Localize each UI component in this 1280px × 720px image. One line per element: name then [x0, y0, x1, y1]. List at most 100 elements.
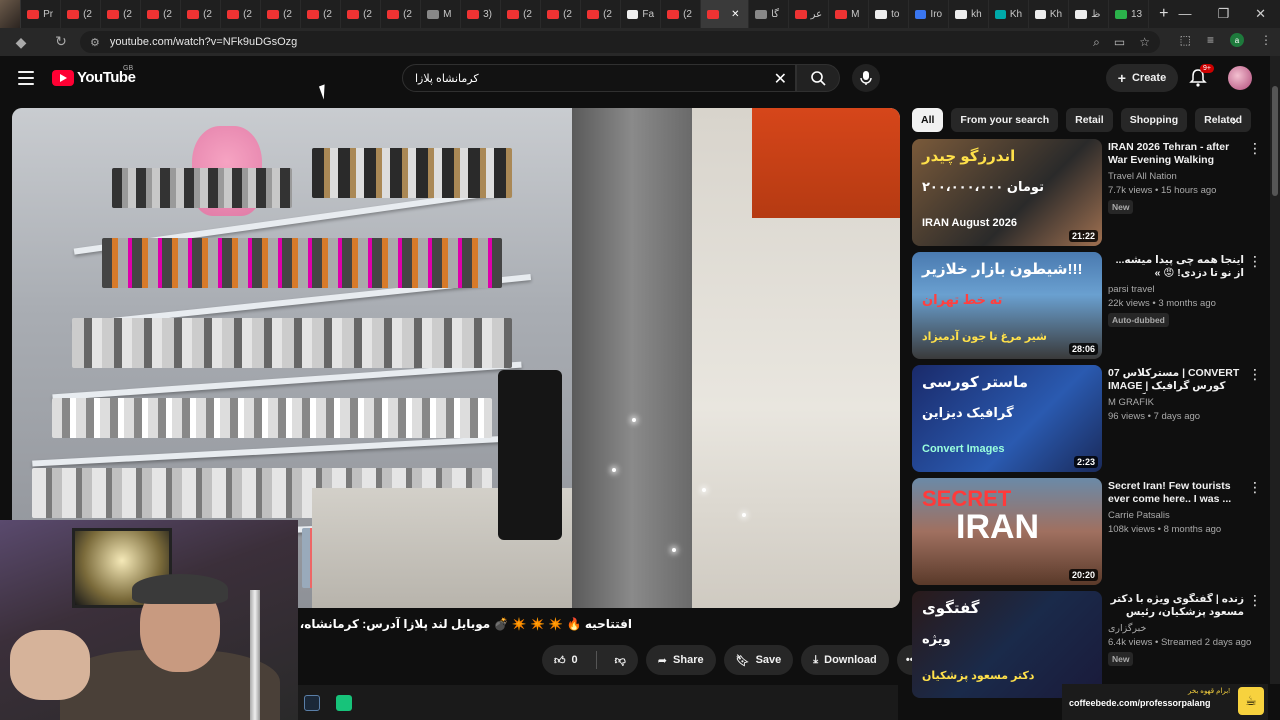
browser-tab[interactable]: (2 [221, 0, 262, 28]
chip-shopping[interactable]: Shopping [1120, 108, 1188, 132]
minimize-icon[interactable]: — [1178, 6, 1191, 22]
close-window-icon[interactable]: ✕ [1255, 6, 1266, 22]
chip-retail[interactable]: Retail [1066, 108, 1113, 132]
chip-from-your-search[interactable]: From your search [951, 108, 1059, 132]
browser-tab[interactable]: (2 [181, 0, 222, 28]
recommended-video[interactable]: اندرزگو چیدر ۲۰۰،۰۰۰،۰۰۰ تومان IRAN August… [912, 139, 1262, 247]
chevron-right-icon[interactable]: › [1232, 112, 1237, 128]
recommended-video-title[interactable]: زنده | گفتگوی ویژه با دکتر مسعود پزشکیان… [1108, 593, 1244, 620]
more-options-icon[interactable]: ⋮ [1248, 141, 1262, 155]
channel-name[interactable]: Carrie Patsalis [1108, 510, 1170, 521]
browser-tab[interactable]: 13 [1109, 0, 1150, 28]
voice-search-button[interactable] [852, 64, 880, 92]
tab-label: (2 [243, 8, 252, 20]
channel-name[interactable]: M GRAFIK [1108, 397, 1154, 408]
reload-icon[interactable]: ↻ [48, 33, 74, 50]
browser-tab[interactable]: (2 [301, 0, 342, 28]
search-button[interactable] [796, 64, 840, 92]
channel-name[interactable]: خبرگزاری [1108, 623, 1146, 634]
search-input[interactable]: کرمانشاه پلازا ✕ [402, 64, 796, 92]
recommended-video-title[interactable]: مسترکلاس 07 | CONVERT IMAGE | کورس گرافی… [1108, 367, 1244, 394]
recommended-video-title[interactable]: Secret Iran! Few tourists ever come here… [1108, 480, 1244, 506]
create-button[interactable]: + Create [1106, 64, 1178, 92]
browser-tab[interactable]: M [421, 0, 462, 28]
video-thumbnail[interactable]: ماستر کورسی گرافیک دیزاین Convert Images 2:… [912, 365, 1102, 472]
steam-icon[interactable] [304, 695, 320, 711]
browser-tab[interactable]: گا [749, 0, 790, 28]
menu-icon[interactable] [18, 71, 34, 85]
download-button[interactable]: ⤓ Download [801, 645, 889, 675]
like-button[interactable]: 👍︎ 0 [542, 645, 590, 675]
browser-tab[interactable]: (2 [61, 0, 102, 28]
browser-tab[interactable]: Kh [989, 0, 1030, 28]
site-info-icon[interactable]: ⚙ [90, 36, 100, 49]
thumbnail-text: ویژه [922, 631, 951, 646]
browser-tab[interactable]: (2 [661, 0, 702, 28]
share-button[interactable]: ➦ Share [645, 645, 716, 675]
app-icon[interactable] [336, 695, 352, 711]
recommended-video[interactable]: SECRET IRAN 20:20 Secret Iran! Few tourists… [912, 478, 1262, 586]
channel-name[interactable]: parsi travel [1108, 284, 1154, 295]
profile-icon[interactable]: a [1230, 33, 1244, 47]
recommended-video[interactable]: شیطون بازار خلازیر!!! ته خط تهران شیر مرغ … [912, 252, 1262, 360]
video-thumbnail[interactable]: SECRET IRAN 20:20 [912, 478, 1102, 585]
browser-tab[interactable]: ظ [1069, 0, 1110, 28]
browser-tab[interactable]: ✕ [701, 0, 750, 28]
extensions-icon[interactable]: ⬚ [1180, 33, 1191, 47]
recommended-video-title[interactable]: اینجا همه چی پیدا میشه... از نو تا دزدی!… [1108, 254, 1244, 281]
browser-tab[interactable]: (2 [341, 0, 382, 28]
browser-tab[interactable]: Iro [909, 0, 950, 28]
browser-tab[interactable]: عر [789, 0, 830, 28]
recommended-video[interactable]: ماستر کورسی گرافیک دیزاین Convert Images 2:… [912, 365, 1262, 473]
more-options-icon[interactable]: ⋮ [1248, 254, 1262, 268]
browser-tab[interactable]: kh [949, 0, 990, 28]
youtube-logo[interactable]: YouTube GB [52, 65, 136, 86]
bookmark-star-icon[interactable]: ☆ [1139, 35, 1150, 50]
browser-tab[interactable]: (2 [141, 0, 182, 28]
browser-tab[interactable]: (2 [261, 0, 302, 28]
cast-icon[interactable]: ▭ [1114, 35, 1125, 50]
browser-menu-icon[interactable]: ⋮ [1260, 33, 1272, 47]
extensions-area: ⬚ ≡ a ⋮ [1180, 33, 1272, 47]
microphone-icon [860, 71, 872, 85]
browser-tab[interactable]: Fa [621, 0, 662, 28]
chip-related[interactable]: Related [1195, 108, 1252, 132]
more-options-icon[interactable]: ⋮ [1248, 367, 1262, 381]
zoom-icon[interactable]: ⌕ [1093, 35, 1100, 50]
taskbar-icons [304, 695, 352, 711]
address-bar[interactable]: ⚙ youtube.com/watch?v=NFk9uDGsOzg ⌕ ▭ ☆ [80, 31, 1160, 53]
video-thumbnail[interactable]: شیطون بازار خلازیر!!! ته خط تهران شیر مرغ … [912, 252, 1102, 359]
browser-tab[interactable]: (2 [101, 0, 142, 28]
account-avatar[interactable] [1228, 66, 1252, 90]
video-thumbnail[interactable]: گفتگوی ویژه دکتر مسعود پزشکیان [912, 591, 1102, 698]
page-scrollbar[interactable] [1270, 56, 1280, 684]
save-button[interactable]: 🔖︎ Save [723, 645, 794, 675]
chip-all[interactable]: All [912, 108, 944, 132]
channel-name[interactable]: Travel All Nation [1108, 171, 1177, 182]
browser-tab[interactable]: to [869, 0, 910, 28]
clear-search-icon[interactable]: ✕ [774, 69, 787, 89]
recommended-video-title[interactable]: IRAN 2026 Tehran - after War Evening Wal… [1108, 141, 1244, 168]
dislike-button[interactable]: 👎︎ [603, 645, 638, 675]
browser-tab[interactable]: (2 [381, 0, 422, 28]
reading-list-icon[interactable]: ≡ [1207, 33, 1214, 47]
video-thumbnail[interactable]: اندرزگو چیدر ۲۰۰،۰۰۰،۰۰۰ تومان IRAN August… [912, 139, 1102, 246]
coffee-widget[interactable]: برام قهوه بخر! coffeebede.com/professorp… [1062, 684, 1268, 720]
new-tab-button[interactable]: + [1149, 5, 1178, 23]
more-options-icon[interactable]: ⋮ [1248, 593, 1262, 607]
browser-tab[interactable]: M [829, 0, 870, 28]
more-options-icon[interactable]: ⋮ [1248, 480, 1262, 494]
thumbnail-text: ته خط تهران [922, 292, 1003, 307]
browser-tab[interactable]: 3) [461, 0, 502, 28]
maximize-icon[interactable]: ❐ [1217, 6, 1229, 22]
browser-tab[interactable]: Kh [1029, 0, 1070, 28]
tab-label: Pr [43, 8, 54, 20]
browser-tab[interactable]: Pr [21, 0, 62, 28]
browser-tab[interactable]: (2 [581, 0, 622, 28]
browser-tab[interactable]: (2 [501, 0, 542, 28]
extension-puzzle-icon[interactable]: ◆ [8, 34, 34, 51]
browser-profile-picture[interactable] [0, 0, 22, 28]
recommended-video[interactable]: گفتگوی ویژه دکتر مسعود پزشکیان زنده | گفتگو… [912, 591, 1262, 699]
close-tab-icon[interactable]: ✕ [731, 9, 739, 20]
browser-tab[interactable]: (2 [541, 0, 582, 28]
